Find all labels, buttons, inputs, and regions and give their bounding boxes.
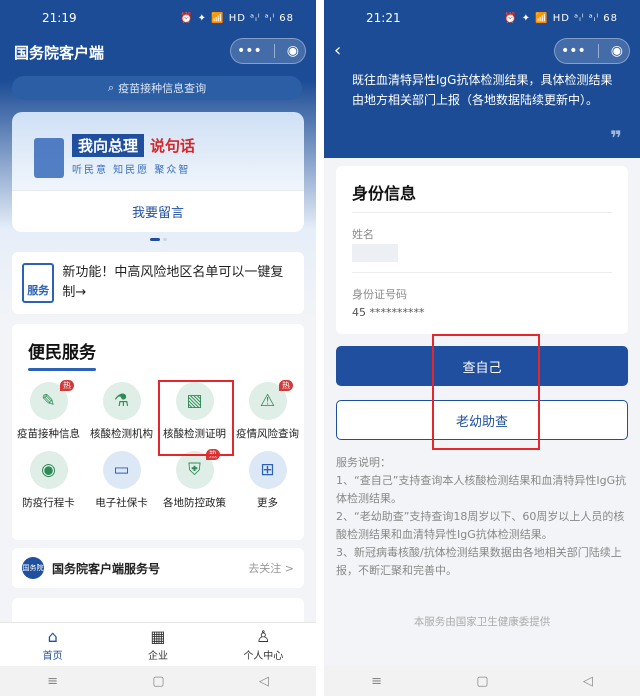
- status-time: 21:21: [366, 11, 401, 25]
- id-card-icon: ▭: [102, 451, 141, 489]
- tab-label: 首页: [42, 651, 63, 662]
- banner-subtitle: 听民意 知民愿 聚众智: [72, 165, 191, 176]
- carousel-dots: [150, 238, 167, 241]
- premier-message-banner[interactable]: 我向总理 说句话 听民意 知民愿 聚众智 我要留言: [12, 112, 304, 232]
- right-screen: 21:21 ⏰ ✦ 📶 HD ᵃᵢˡ ᵃᵢˡ 68 ‹ ••• ◉ 既往血清特异…: [324, 0, 640, 696]
- location-pin-icon: ◉: [29, 451, 68, 489]
- home-icon: ⌂: [47, 627, 58, 646]
- service-travel-card[interactable]: ◉ 防疫行程卡: [12, 451, 85, 510]
- menu-icon[interactable]: ≡: [47, 674, 58, 689]
- tab-profile[interactable]: ♙ 个人中心: [211, 623, 316, 666]
- app-title: 国务院客户端: [14, 44, 105, 62]
- service-label: 核酸检测机构: [90, 428, 153, 440]
- provider-footer: 本服务由国家卫生健康委提供: [413, 616, 551, 628]
- service-doc-icon: 服务: [22, 263, 55, 303]
- notice-text: 新功能！中高风险地区名单可以一键复制→: [62, 265, 284, 300]
- status-time: 21:19: [42, 11, 77, 25]
- service-label: 防疫行程卡: [22, 497, 75, 509]
- service-testing-institutions[interactable]: ⚗ 核酸检测机构: [85, 382, 158, 441]
- capsule-divider: [273, 44, 275, 58]
- tab-label: 企业: [147, 651, 168, 662]
- system-nav-bar: ≡ ▢ ◁: [0, 666, 316, 696]
- service-notes: 服务说明： 1、“查自己”支持查询本人核酸检测结果和血清特异性IgG抗体检测结果…: [336, 454, 628, 580]
- account-name: 国务院客户端服务号: [52, 561, 161, 576]
- more-icon[interactable]: •••: [237, 43, 262, 59]
- divider: [352, 272, 612, 273]
- name-value-masked: [352, 244, 398, 262]
- banner-content: 我向总理 说句话 听民意 知民愿 聚众智: [34, 134, 262, 178]
- tab-home[interactable]: ⌂ 首页: [0, 623, 105, 666]
- capsule-divider: [597, 44, 599, 58]
- home-nav-icon[interactable]: ▢: [476, 674, 488, 689]
- mini-program-capsule: ••• ◉: [230, 38, 306, 64]
- service-local-policies[interactable]: ⛨ 热 各地防控政策: [158, 449, 231, 510]
- building-icon: ▦: [150, 627, 166, 646]
- note-item: 3、新冠病毒核酸/抗体检测结果数据由各地相关部门陆续上报，不断汇聚和完善中。: [336, 546, 622, 577]
- hot-badge: 热: [279, 380, 293, 391]
- left-screen: 21:19 ⏰ ✦ 📶 HD ᵃᵢˡ ᵃᵢˡ 68 国务院客户端 ••• ◉ ⌕…: [0, 0, 316, 696]
- identity-title: 身份信息: [352, 184, 417, 203]
- test-tube-icon: ⚗: [102, 382, 141, 420]
- service-description-text: 既往血清特异性IgG抗体检测结果，具体检测结果由地方相关部门上报（各地数据陆续更…: [352, 73, 613, 107]
- service-social-security-card[interactable]: ▭ 电子社保卡: [85, 451, 158, 510]
- note-item: 1、“查自己”支持查询本人核酸检测结果和血清特异性IgG抗体检测结果。: [336, 474, 627, 505]
- service-label: 疫情风险查询: [236, 428, 299, 440]
- name-label: 姓名: [352, 228, 374, 241]
- account-logo: 国务院: [22, 557, 44, 579]
- more-icon[interactable]: •••: [561, 43, 586, 59]
- search-icon: ⌕: [107, 81, 115, 94]
- service-label: 更多: [257, 497, 278, 509]
- mini-program-capsule: ••• ◉: [554, 38, 630, 64]
- leave-message-button[interactable]: 我要留言: [12, 190, 304, 232]
- service-label: 疫苗接种信息: [17, 428, 80, 440]
- service-more[interactable]: ⊞ 更多: [231, 451, 304, 510]
- note-item: 2、“老幼助查”支持查询18周岁以下、60周岁以上人员的核酸检测结果和血清特异性…: [336, 510, 625, 541]
- services-title-underline: [28, 368, 96, 371]
- id-number-label: 身份证号码: [352, 288, 407, 301]
- back-nav-icon[interactable]: ◁: [259, 674, 269, 689]
- services-title: 便民服务: [28, 343, 96, 363]
- notes-title: 服务说明：: [336, 456, 391, 469]
- hot-badge: 热: [60, 380, 74, 391]
- carousel-dot-active: [150, 238, 160, 241]
- system-nav-bar: ≡ ▢ ◁: [324, 666, 640, 696]
- back-nav-icon[interactable]: ◁: [583, 674, 593, 689]
- status-icons: ⏰ ✦ 📶 HD ᵃᵢˡ ᵃᵢˡ 68: [503, 12, 618, 24]
- id-number-value: 45 **********: [352, 306, 425, 319]
- new-feature-notice[interactable]: 服务 新功能！中高风险地区名单可以一键复制→: [12, 252, 304, 314]
- grid-more-icon: ⊞: [248, 451, 287, 489]
- banner-logo-icon: [34, 138, 64, 178]
- carousel-dot: [163, 238, 167, 241]
- quote-mark-icon: ❞: [610, 126, 622, 150]
- service-vaccine-info[interactable]: ✎ 热 疫苗接种信息: [12, 380, 85, 441]
- service-label: 电子社保卡: [95, 497, 148, 509]
- identity-card: 身份信息 姓名 身份证号码 45 **********: [336, 166, 628, 334]
- follow-link[interactable]: 去关注 >: [248, 560, 294, 576]
- divider: [352, 212, 612, 213]
- status-bar: 21:19 ⏰ ✦ 📶 HD ᵃᵢˡ ᵃᵢˡ 68: [0, 0, 316, 36]
- close-icon[interactable]: ◉: [611, 43, 623, 59]
- tab-enterprise[interactable]: ▦ 企业: [105, 623, 210, 666]
- banner-title-part2: 说句话: [150, 137, 196, 155]
- back-arrow-icon[interactable]: ‹: [334, 40, 341, 61]
- menu-icon[interactable]: ≡: [371, 674, 382, 689]
- red-highlight-box: [432, 334, 540, 450]
- service-account-row[interactable]: 国务院 国务院客户端服务号 去关注 >: [12, 548, 304, 588]
- red-highlight-box: [158, 380, 234, 456]
- person-icon: ♙: [256, 627, 271, 646]
- status-icons: ⏰ ✦ 📶 HD ᵃᵢˡ ᵃᵢˡ 68: [179, 12, 294, 24]
- tab-label: 个人中心: [243, 651, 284, 662]
- banner-title-part1: 我向总理: [72, 134, 145, 157]
- service-label: 各地防控政策: [163, 497, 226, 509]
- search-placeholder: 疫苗接种信息查询: [118, 82, 207, 95]
- bottom-tab-bar: ⌂ 首页 ▦ 企业 ♙ 个人中心: [0, 622, 316, 666]
- close-icon[interactable]: ◉: [287, 43, 299, 59]
- search-bar[interactable]: ⌕ 疫苗接种信息查询: [12, 76, 302, 100]
- service-risk-query[interactable]: ⚠ 热 疫情风险查询: [231, 380, 304, 441]
- status-bar: 21:21 ⏰ ✦ 📶 HD ᵃᵢˡ ᵃᵢˡ 68: [324, 0, 640, 36]
- home-nav-icon[interactable]: ▢: [152, 674, 164, 689]
